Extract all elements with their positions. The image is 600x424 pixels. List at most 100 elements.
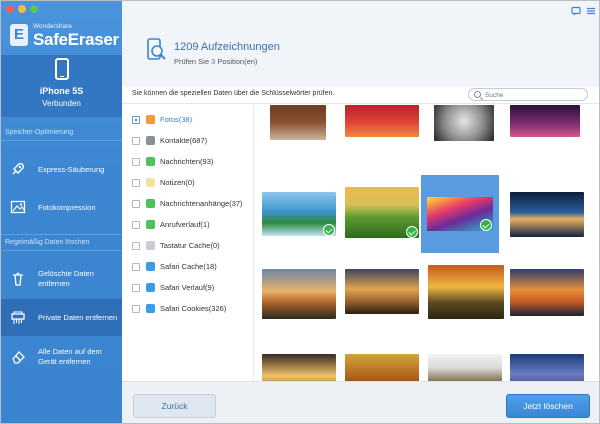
photo-thumbnail-dusk-lake[interactable]	[510, 175, 584, 237]
photo-thumbnail-forest-rays[interactable]	[262, 350, 336, 381]
photo-image	[345, 105, 419, 137]
sidebar: E Wondershare SafeEraser iPhone 5S Verbu…	[1, 1, 122, 423]
eraser-icon	[12, 350, 25, 364]
category-checkbox[interactable]	[132, 115, 140, 124]
photo-thumbnail-golden-pier[interactable]	[345, 262, 419, 319]
section-regular-delete: Regelmäßig Daten löschen	[5, 239, 90, 246]
category-item[interactable]: Fotos(38)	[122, 109, 254, 130]
category-item[interactable]: Nachrichten(93)	[122, 151, 254, 172]
header: 1209 Aufzeichnungen Prüfen Sie 3 Positio…	[122, 1, 599, 87]
category-item[interactable]: Notizen(0)	[122, 172, 254, 193]
close-window-button[interactable]	[6, 5, 14, 13]
brand-name: SafeEraser	[33, 30, 119, 49]
photo-image	[434, 105, 494, 141]
search-input[interactable]	[485, 90, 581, 100]
category-checkbox[interactable]	[132, 178, 140, 187]
photo-image	[270, 105, 326, 140]
photo-thumbnail-sketch-portrait[interactable]	[426, 105, 500, 162]
records-count: 1209 Aufzeichnungen	[174, 41, 280, 53]
sidebar-item-private-data[interactable]: Private Daten entfernen	[1, 299, 122, 336]
category-item[interactable]: Anrufverlauf(1)	[122, 214, 254, 235]
minimize-window-button[interactable]	[18, 5, 26, 13]
checkmark-icon[interactable]	[323, 224, 335, 236]
category-label: Kontakte(687)	[160, 136, 208, 145]
delete-now-button[interactable]: Jetzt löschen	[506, 394, 590, 418]
feedback-icon[interactable]	[571, 6, 581, 16]
iphone-icon	[55, 58, 69, 80]
photo-thumbnail-red-autumn-tree[interactable]	[345, 105, 419, 162]
sidebar-item-erase-all[interactable]: Alle Daten auf dem Gerät entfernen	[1, 338, 122, 375]
category-item[interactable]: Safari Verlauf(9)	[122, 277, 254, 298]
photo-grid	[254, 105, 599, 381]
subtitle-count: 3	[211, 57, 216, 66]
photo-thumbnail-daisies[interactable]	[262, 105, 336, 162]
category-item[interactable]: Safari Cookies(326)	[122, 298, 254, 319]
photos-icon	[146, 115, 155, 124]
phone-scan-icon	[147, 38, 166, 60]
photo-image	[428, 265, 504, 319]
category-label: Fotos(38)	[160, 115, 193, 124]
device-name: iPhone 5S	[39, 86, 84, 96]
brand: E Wondershare SafeEraser	[10, 22, 120, 52]
toolbar: Sie können die speziellen Daten über die…	[122, 87, 599, 104]
search-box[interactable]	[468, 88, 588, 101]
section-storage-optimization: Speicher-Optimierung	[5, 129, 74, 136]
photo-thumbnail-purple-night[interactable]	[510, 105, 584, 162]
sidebar-item-label: Private Daten entfernen	[38, 313, 118, 322]
rocket-icon	[12, 163, 24, 175]
contacts-icon	[146, 136, 155, 145]
category-label: Safari Verlauf(9)	[160, 283, 215, 292]
photo-thumbnail-orange-sea[interactable]	[510, 262, 584, 319]
subtitle-prefix: Prüfen Sie	[174, 57, 210, 66]
device-panel: iPhone 5S Verbunden	[1, 55, 122, 117]
category-item[interactable]: Nachrichtenanhänge(37)	[122, 193, 254, 214]
photo-image	[262, 269, 336, 319]
sidebar-item-express-clean[interactable]: Express-Säuberung	[1, 153, 122, 185]
app-logo-icon: E	[10, 24, 28, 46]
category-item[interactable]: Tastatur Cache(0)	[122, 235, 254, 256]
photo-thumbnail-night-sky[interactable]	[510, 350, 584, 381]
category-checkbox[interactable]	[132, 304, 140, 313]
sidebar-item-label: Fotokompression	[38, 202, 96, 212]
photo-thumbnail-sunset-tree[interactable]	[262, 262, 336, 319]
photo-image	[510, 269, 584, 316]
zoom-window-button[interactable]	[30, 5, 38, 13]
footer: Zurück Jetzt löschen	[122, 381, 599, 423]
sidebar-item-label: Alle Daten auf dem Gerät entfernen	[38, 346, 102, 366]
photo-image	[510, 354, 584, 381]
divider	[1, 250, 122, 251]
checkmark-icon[interactable]	[480, 219, 492, 231]
category-checkbox[interactable]	[132, 262, 140, 271]
category-label: Tastatur Cache(0)	[160, 241, 220, 250]
attachment-icon	[146, 199, 155, 208]
menu-icon[interactable]	[586, 6, 596, 16]
checkmark-icon[interactable]	[406, 226, 418, 238]
photo-image	[262, 354, 336, 381]
photo-thumbnail-lone-tree[interactable]	[426, 262, 504, 319]
category-item[interactable]: Kontakte(687)	[122, 130, 254, 151]
sidebar-item-deleted-data[interactable]: Gelöschte Daten entfernen	[1, 262, 122, 296]
keyword-hint: Sie können die speziellen Daten über die…	[132, 90, 335, 97]
back-button[interactable]: Zurück	[133, 394, 216, 418]
photo-thumbnail-autumn-road[interactable]	[345, 350, 419, 381]
photo-image	[345, 354, 419, 381]
photo-thumbnail-railway-text[interactable]	[426, 350, 502, 381]
category-checkbox[interactable]	[132, 199, 140, 208]
category-checkbox[interactable]	[132, 136, 140, 145]
category-checkbox[interactable]	[132, 157, 140, 166]
category-label: Safari Cookies(326)	[160, 304, 227, 313]
device-status: Verbunden	[42, 99, 81, 108]
category-item[interactable]: Safari Cache(18)	[122, 256, 254, 277]
photo-thumbnail-green-meadow-tree[interactable]	[345, 175, 419, 238]
category-list: Fotos(38) Kontakte(687) Nachrichten(93) Not…	[122, 105, 254, 381]
trash-icon	[13, 272, 23, 286]
sidebar-item-photo-compression[interactable]: Fotokompression	[1, 191, 122, 223]
category-checkbox[interactable]	[132, 241, 140, 250]
photo-thumbnail-lake-mountains[interactable]	[262, 175, 336, 236]
photo-icon	[10, 200, 26, 214]
category-checkbox[interactable]	[132, 283, 140, 292]
category-checkbox[interactable]	[132, 220, 140, 229]
photo-thumbnail-abstract-paint[interactable]	[421, 175, 499, 253]
photo-image	[428, 354, 502, 381]
photo-image	[510, 192, 584, 237]
